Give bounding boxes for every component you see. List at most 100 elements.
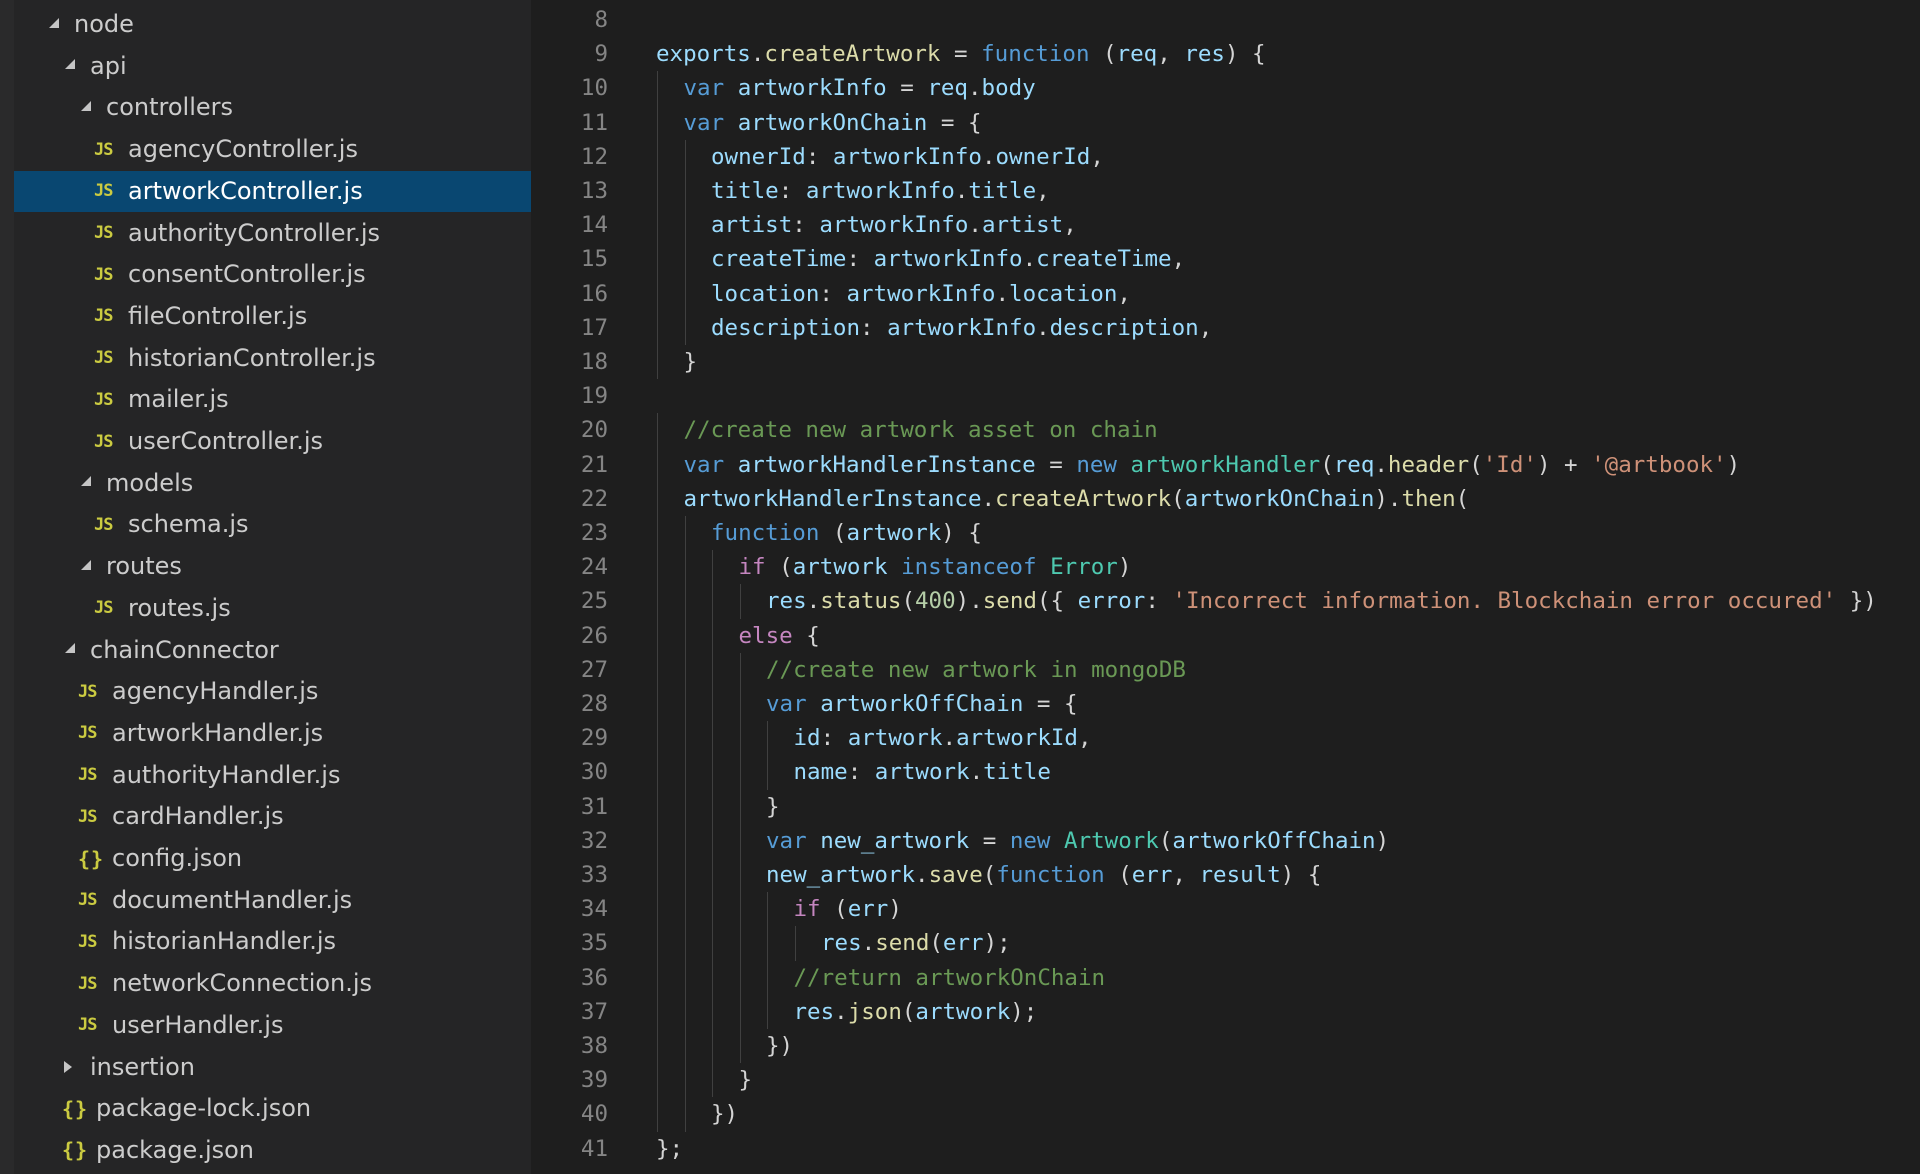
tree-file-agencycontroller-js[interactable]: JS agencyController.js	[14, 129, 531, 170]
code-text: var artworkOffChain = {	[766, 687, 1078, 721]
chevron-down-icon[interactable]	[60, 642, 76, 658]
tree-item-label: cardHandler.js	[112, 802, 284, 831]
tree-item-label: routes	[106, 552, 182, 581]
code-line[interactable]: 16 location: artworkInfo.location,	[531, 276, 1920, 311]
indent-guide	[767, 721, 768, 756]
tree-file-filecontroller-js[interactable]: JS fileController.js	[14, 296, 531, 337]
code-line[interactable]: 15 createTime: artworkInfo.createTime,	[531, 242, 1920, 277]
indent-guide	[739, 755, 741, 790]
tree-file-artworkhandler-js[interactable]: JS artworkHandler.js	[14, 713, 531, 754]
tree-file-userhandler-js[interactable]: JS userHandler.js	[14, 1005, 531, 1046]
code-token: (	[1104, 862, 1132, 888]
tree-file-documenthandler-js[interactable]: JS documentHandler.js	[14, 880, 531, 921]
code-line[interactable]: 21 var artworkHandlerInstance = new artwo…	[531, 447, 1920, 482]
tree-file-routes-js[interactable]: JS routes.js	[14, 588, 531, 629]
tree-file-cardhandler-js[interactable]: JS cardHandler.js	[14, 796, 531, 837]
code-line[interactable]: 13 title: artworkInfo.title,	[531, 174, 1920, 209]
tree-file-schema-js[interactable]: JS schema.js	[14, 504, 531, 545]
tree-item-label: schema.js	[128, 510, 249, 539]
indent-guide	[712, 618, 713, 653]
tree-file-mailer-js[interactable]: JS mailer.js	[14, 379, 531, 420]
line-number: 28	[580, 691, 608, 717]
code-line[interactable]: 8	[531, 3, 1920, 37]
tree-folder-api[interactable]: api	[14, 46, 531, 87]
chevron-right-icon[interactable]	[60, 1059, 76, 1075]
code-token: .	[915, 862, 929, 888]
tree-file-consentcontroller-js[interactable]: JS consentController.js	[14, 254, 531, 295]
code-token: 'Id'	[1482, 451, 1537, 478]
indent-guide	[657, 1097, 658, 1132]
code-token: .	[969, 759, 984, 786]
code-line[interactable]: 38})	[531, 1029, 1920, 1064]
tree-file-historianhandler-js[interactable]: JS historianHandler.js	[14, 921, 531, 962]
code-line[interactable]: 23 function (artwork) {	[531, 516, 1920, 551]
tree-file-agencyhandler-js[interactable]: JS agencyHandler.js	[14, 671, 531, 712]
chevron-down-icon[interactable]	[76, 475, 92, 491]
code-token: err	[942, 930, 984, 957]
indent-guide	[657, 755, 658, 790]
indent-guide	[684, 994, 686, 1029]
line-number: 26	[580, 622, 608, 649]
code-line[interactable]: 22 artworkHandlerInstance.createArtwork(a…	[531, 481, 1920, 516]
tree-file-package-lock-json[interactable]: {} package-lock.json	[14, 1088, 531, 1129]
code-line[interactable]: 32 var new_artwork = new Artwork(artworkO…	[531, 823, 1920, 858]
line-number: 37	[580, 998, 608, 1025]
indent-guide	[739, 858, 741, 893]
indent-guide	[684, 310, 686, 345]
code-line[interactable]: 10 var artworkInfo = req.body	[531, 71, 1920, 106]
code-text: else {	[739, 619, 820, 653]
code-line[interactable]: 27 //create new artwork in mongoDB	[531, 652, 1920, 687]
code-line[interactable]: 30 name: artwork.title	[531, 755, 1920, 790]
code-line[interactable]: 34 if (err)	[531, 892, 1920, 927]
code-line[interactable]: 40})	[531, 1097, 1920, 1132]
code-line[interactable]: 29 id: artwork.artworkId,	[531, 721, 1920, 756]
tree-folder-node[interactable]: node	[14, 4, 531, 45]
code-text: var new_artwork = new Artwork(artworkOff…	[766, 824, 1389, 858]
indent-guide	[739, 721, 741, 756]
code-editor[interactable]: 8 9 exports.createArtwork = function (req,…	[531, 0, 1920, 1174]
code-token: (	[901, 998, 916, 1025]
chevron-down-icon[interactable]	[60, 58, 76, 74]
indent-guide	[767, 755, 768, 790]
code-line[interactable]: 37 res.json(artwork);	[531, 994, 1920, 1029]
code-line[interactable]: 41};	[531, 1132, 1920, 1166]
code-token: :	[819, 280, 847, 307]
code-line[interactable]: 12 ownerId: artworkInfo.ownerId,	[531, 139, 1920, 174]
code-line[interactable]: 19	[531, 379, 1920, 413]
tree-folder-insertion[interactable]: insertion	[14, 1047, 531, 1088]
code-line[interactable]: 20 //create new artwork asset on chain	[531, 413, 1920, 448]
tree-file-authoritycontroller-js[interactable]: JS authorityController.js	[14, 213, 531, 254]
indent-guide	[684, 584, 686, 619]
chevron-down-icon[interactable]	[76, 559, 92, 575]
code-line[interactable]: 36 //return artworkOnChain	[531, 960, 1920, 995]
tree-folder-models[interactable]: models	[14, 463, 531, 504]
tree-file-networkconnection-js[interactable]: JS networkConnection.js	[14, 963, 531, 1004]
chevron-down-icon[interactable]	[76, 100, 92, 116]
tree-file-authorityhandler-js[interactable]: JS authorityHandler.js	[14, 755, 531, 796]
code-line[interactable]: 24 if (artwork instanceof Error)	[531, 550, 1920, 585]
tree-file-usercontroller-js[interactable]: JS userController.js	[14, 421, 531, 462]
tree-folder-chainconnector[interactable]: chainConnector	[14, 630, 531, 671]
code-line[interactable]: 35 res.send(err);	[531, 926, 1920, 961]
code-line[interactable]: 14 artist: artworkInfo.artist,	[531, 208, 1920, 243]
code-token: createTime	[711, 246, 847, 273]
code-line[interactable]: 17 description: artworkInfo.description,	[531, 310, 1920, 345]
tree-file-package-json[interactable]: {} package.json	[14, 1130, 531, 1171]
tree-folder-routes[interactable]: routes	[14, 546, 531, 587]
tree-folder-controllers[interactable]: controllers	[14, 87, 531, 128]
code-line[interactable]: 25 res.status(400).send({ error: 'Incorre…	[531, 584, 1920, 619]
code-line[interactable]: 33 new_artwork.save(function (err, result…	[531, 858, 1920, 893]
chevron-down-icon[interactable]	[44, 17, 60, 33]
code-line[interactable]: 26 else {	[531, 618, 1920, 653]
tree-file-artworkcontroller-js[interactable]: JS artworkController.js	[14, 170, 531, 212]
tree-file-config-json[interactable]: {} config.json	[14, 838, 531, 879]
code-line[interactable]: 9 exports.createArtwork = function (req, …	[531, 37, 1920, 71]
code-line[interactable]: 18}	[531, 345, 1920, 380]
tree-file-historiancontroller-js[interactable]: JS historianController.js	[14, 338, 531, 379]
code-line[interactable]: 11 var artworkOnChain = {	[531, 105, 1920, 140]
code-line[interactable]: 39}	[531, 1063, 1920, 1098]
indent-guide	[767, 994, 768, 1029]
code-line[interactable]: 31}	[531, 789, 1920, 824]
code-line[interactable]: 28 var artworkOffChain = {	[531, 687, 1920, 722]
